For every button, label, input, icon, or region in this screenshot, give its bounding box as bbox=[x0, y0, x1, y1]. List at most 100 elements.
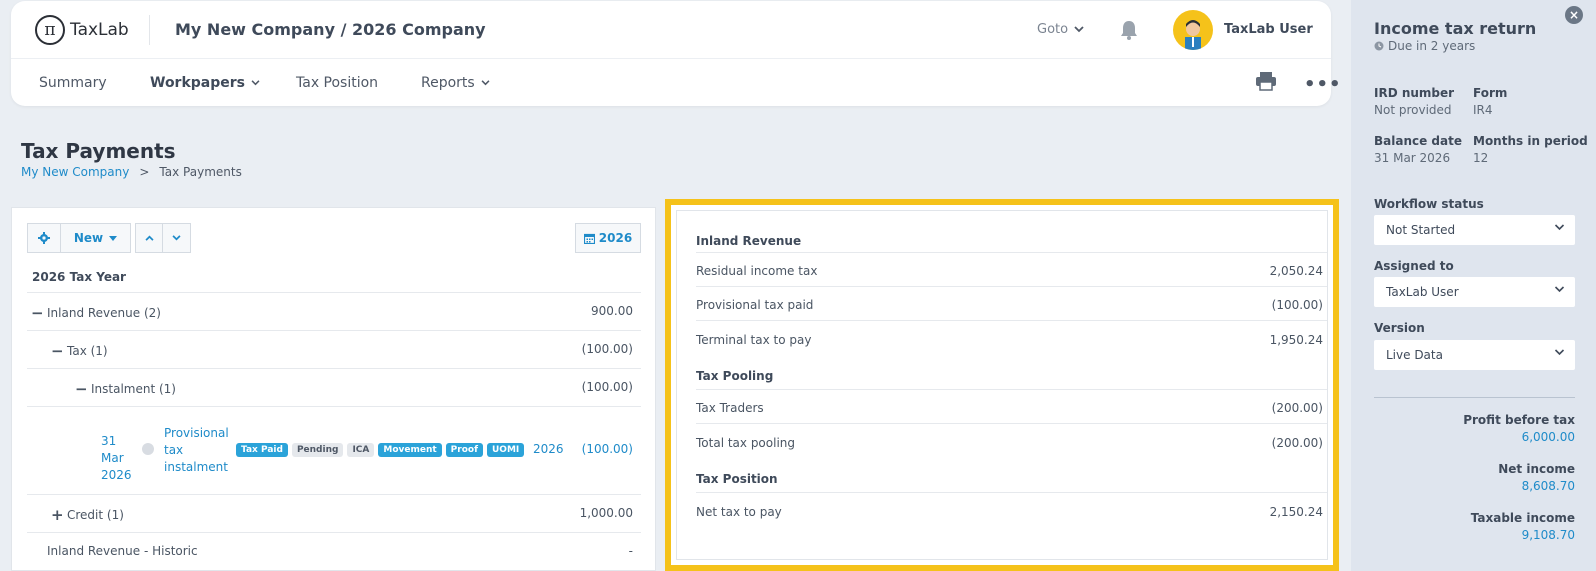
more-options-icon[interactable]: ••• bbox=[1304, 74, 1342, 95]
due-status: Due in 2 years bbox=[1374, 39, 1475, 53]
collapse-icon[interactable]: − bbox=[51, 342, 64, 360]
net-income-value[interactable]: 8,608.70 bbox=[1522, 479, 1575, 493]
version-label: Version bbox=[1374, 321, 1425, 335]
chevron-down-icon bbox=[1554, 286, 1565, 293]
bell-icon[interactable] bbox=[1119, 19, 1139, 41]
row-value: (200.00) bbox=[1271, 401, 1323, 415]
chevron-down-icon bbox=[1554, 224, 1565, 231]
logo-pi-icon: π bbox=[35, 15, 65, 45]
main-nav: Summary Workpapers Tax Position Reports … bbox=[11, 59, 1341, 105]
ird-value: Not provided bbox=[1374, 103, 1452, 117]
balance-date-value: 31 Mar 2026 bbox=[1374, 151, 1451, 165]
caret-down-icon bbox=[109, 235, 118, 241]
date-day: 31 bbox=[101, 434, 117, 448]
tree-row-tax[interactable]: − Tax (1) (100.00) bbox=[27, 330, 641, 368]
form-value: IR4 bbox=[1473, 103, 1493, 117]
workflow-status-select[interactable]: Not Started bbox=[1374, 215, 1575, 245]
header-divider bbox=[149, 15, 150, 45]
row-label: Provisional tax paid bbox=[696, 298, 814, 312]
row-value: (200.00) bbox=[1271, 436, 1323, 450]
tree-row-inland-revenue[interactable]: − Inland Revenue (2) 900.00 bbox=[27, 292, 641, 330]
clock-icon bbox=[1374, 41, 1384, 51]
logo[interactable]: π TaxLab bbox=[35, 15, 129, 45]
total-tax-pooling-row: Total tax pooling (200.00) bbox=[696, 436, 1327, 450]
move-up-button[interactable] bbox=[135, 223, 163, 253]
transaction-description-link[interactable]: Provisional tax instalment bbox=[164, 425, 229, 476]
user-name[interactable]: TaxLab User bbox=[1224, 22, 1313, 37]
transaction-badges: Tax Paid Pending ICA Movement Proof UOMI bbox=[236, 443, 528, 457]
breadcrumb-current: Tax Payments bbox=[159, 165, 242, 179]
form-label: Form bbox=[1473, 86, 1508, 100]
nav-summary[interactable]: Summary bbox=[39, 75, 107, 91]
nav-workpapers-label: Workpapers bbox=[150, 75, 245, 91]
top-bar: π TaxLab My New Company / 2026 Company G… bbox=[11, 1, 1331, 59]
year-selector-button[interactable]: 2026 bbox=[575, 223, 641, 253]
date-year: 2026 bbox=[101, 468, 132, 482]
transaction-year[interactable]: 2026 bbox=[533, 442, 564, 456]
status-dot bbox=[142, 443, 154, 455]
tree-row-credit[interactable]: + Credit (1) 1,000.00 bbox=[27, 494, 641, 532]
divider bbox=[696, 492, 1327, 493]
nav-reports-label: Reports bbox=[421, 75, 475, 91]
divider bbox=[696, 286, 1327, 287]
collapse-icon[interactable]: − bbox=[75, 380, 88, 398]
desc-line: instalment bbox=[164, 460, 228, 474]
summary-panel-highlight: Inland Revenue Residual income tax 2,050… bbox=[665, 199, 1339, 571]
taxable-income-label: Taxable income bbox=[1470, 511, 1575, 525]
divider bbox=[696, 252, 1327, 253]
tree-row-instalment[interactable]: − Instalment (1) (100.00) bbox=[27, 368, 641, 406]
logo-text: TaxLab bbox=[70, 20, 129, 40]
desc-line: tax bbox=[164, 443, 184, 457]
chevron-up-icon bbox=[144, 235, 154, 241]
tax-payments-tree-panel: New 2026 2026 Tax Year − Inland Revenue … bbox=[11, 207, 656, 571]
goto-menu[interactable]: Goto bbox=[1037, 22, 1084, 37]
divider bbox=[696, 320, 1327, 321]
badge-uomi: UOMI bbox=[487, 443, 525, 457]
collapse-icon[interactable]: − bbox=[31, 304, 44, 322]
settings-button[interactable] bbox=[27, 223, 61, 253]
version-select[interactable]: Live Data bbox=[1374, 340, 1575, 370]
taxable-income-value[interactable]: 9,108.70 bbox=[1522, 528, 1575, 542]
net-income-label: Net income bbox=[1498, 462, 1575, 476]
chevron-down-icon bbox=[251, 80, 260, 86]
desc-line: Provisional bbox=[164, 426, 229, 440]
tree-row-label: Inland Revenue (2) bbox=[47, 306, 161, 320]
nav-tax-position[interactable]: Tax Position bbox=[296, 75, 378, 91]
top-header-card: π TaxLab My New Company / 2026 Company G… bbox=[11, 1, 1341, 106]
section-tax-position: Tax Position bbox=[696, 472, 778, 486]
select-value: TaxLab User bbox=[1386, 285, 1459, 299]
new-button[interactable]: New bbox=[61, 223, 131, 253]
avatar[interactable] bbox=[1173, 10, 1213, 50]
nav-workpapers[interactable]: Workpapers bbox=[150, 75, 260, 91]
badge-proof: Proof bbox=[445, 443, 483, 457]
nav-summary-label: Summary bbox=[39, 75, 107, 91]
due-text: Due in 2 years bbox=[1388, 39, 1476, 53]
nav-reports[interactable]: Reports bbox=[421, 75, 490, 91]
assigned-to-select[interactable]: TaxLab User bbox=[1374, 277, 1575, 307]
close-icon[interactable]: × bbox=[1565, 6, 1583, 24]
move-down-button[interactable] bbox=[163, 223, 191, 253]
row-label: Net tax to pay bbox=[696, 505, 782, 519]
breadcrumb-company-link[interactable]: My New Company bbox=[21, 165, 129, 179]
tree-row-value: (100.00) bbox=[581, 380, 633, 394]
row-label: Residual income tax bbox=[696, 264, 818, 278]
nav-tax-position-label: Tax Position bbox=[296, 75, 379, 91]
tree-row-value: - bbox=[628, 544, 633, 558]
printer-icon[interactable] bbox=[1255, 71, 1277, 91]
chevron-down-icon bbox=[481, 80, 490, 86]
gear-icon bbox=[38, 232, 50, 244]
profit-before-tax-value[interactable]: 6,000.00 bbox=[1522, 430, 1575, 444]
transaction-date-link[interactable]: 31 Mar 2026 bbox=[101, 433, 132, 484]
transaction-amount[interactable]: (100.00) bbox=[582, 442, 633, 456]
expand-icon[interactable]: + bbox=[51, 506, 64, 524]
tree-row-value: 900.00 bbox=[591, 304, 633, 318]
breadcrumb-separator: > bbox=[139, 165, 150, 179]
provisional-tax-row: Provisional tax paid (100.00) bbox=[696, 298, 1327, 312]
tree-row-label: Inland Revenue - Historic bbox=[47, 544, 198, 558]
tree-row-inland-revenue-historic[interactable]: Inland Revenue - Historic - bbox=[27, 532, 641, 570]
divider bbox=[696, 389, 1327, 390]
profit-before-tax-label: Profit before tax bbox=[1463, 413, 1575, 427]
section-tax-pooling: Tax Pooling bbox=[696, 369, 774, 383]
tax-traders-row: Tax Traders (200.00) bbox=[696, 401, 1327, 415]
tree-row-transaction[interactable]: 31 Mar 2026 Provisional tax instalment T… bbox=[27, 406, 641, 494]
